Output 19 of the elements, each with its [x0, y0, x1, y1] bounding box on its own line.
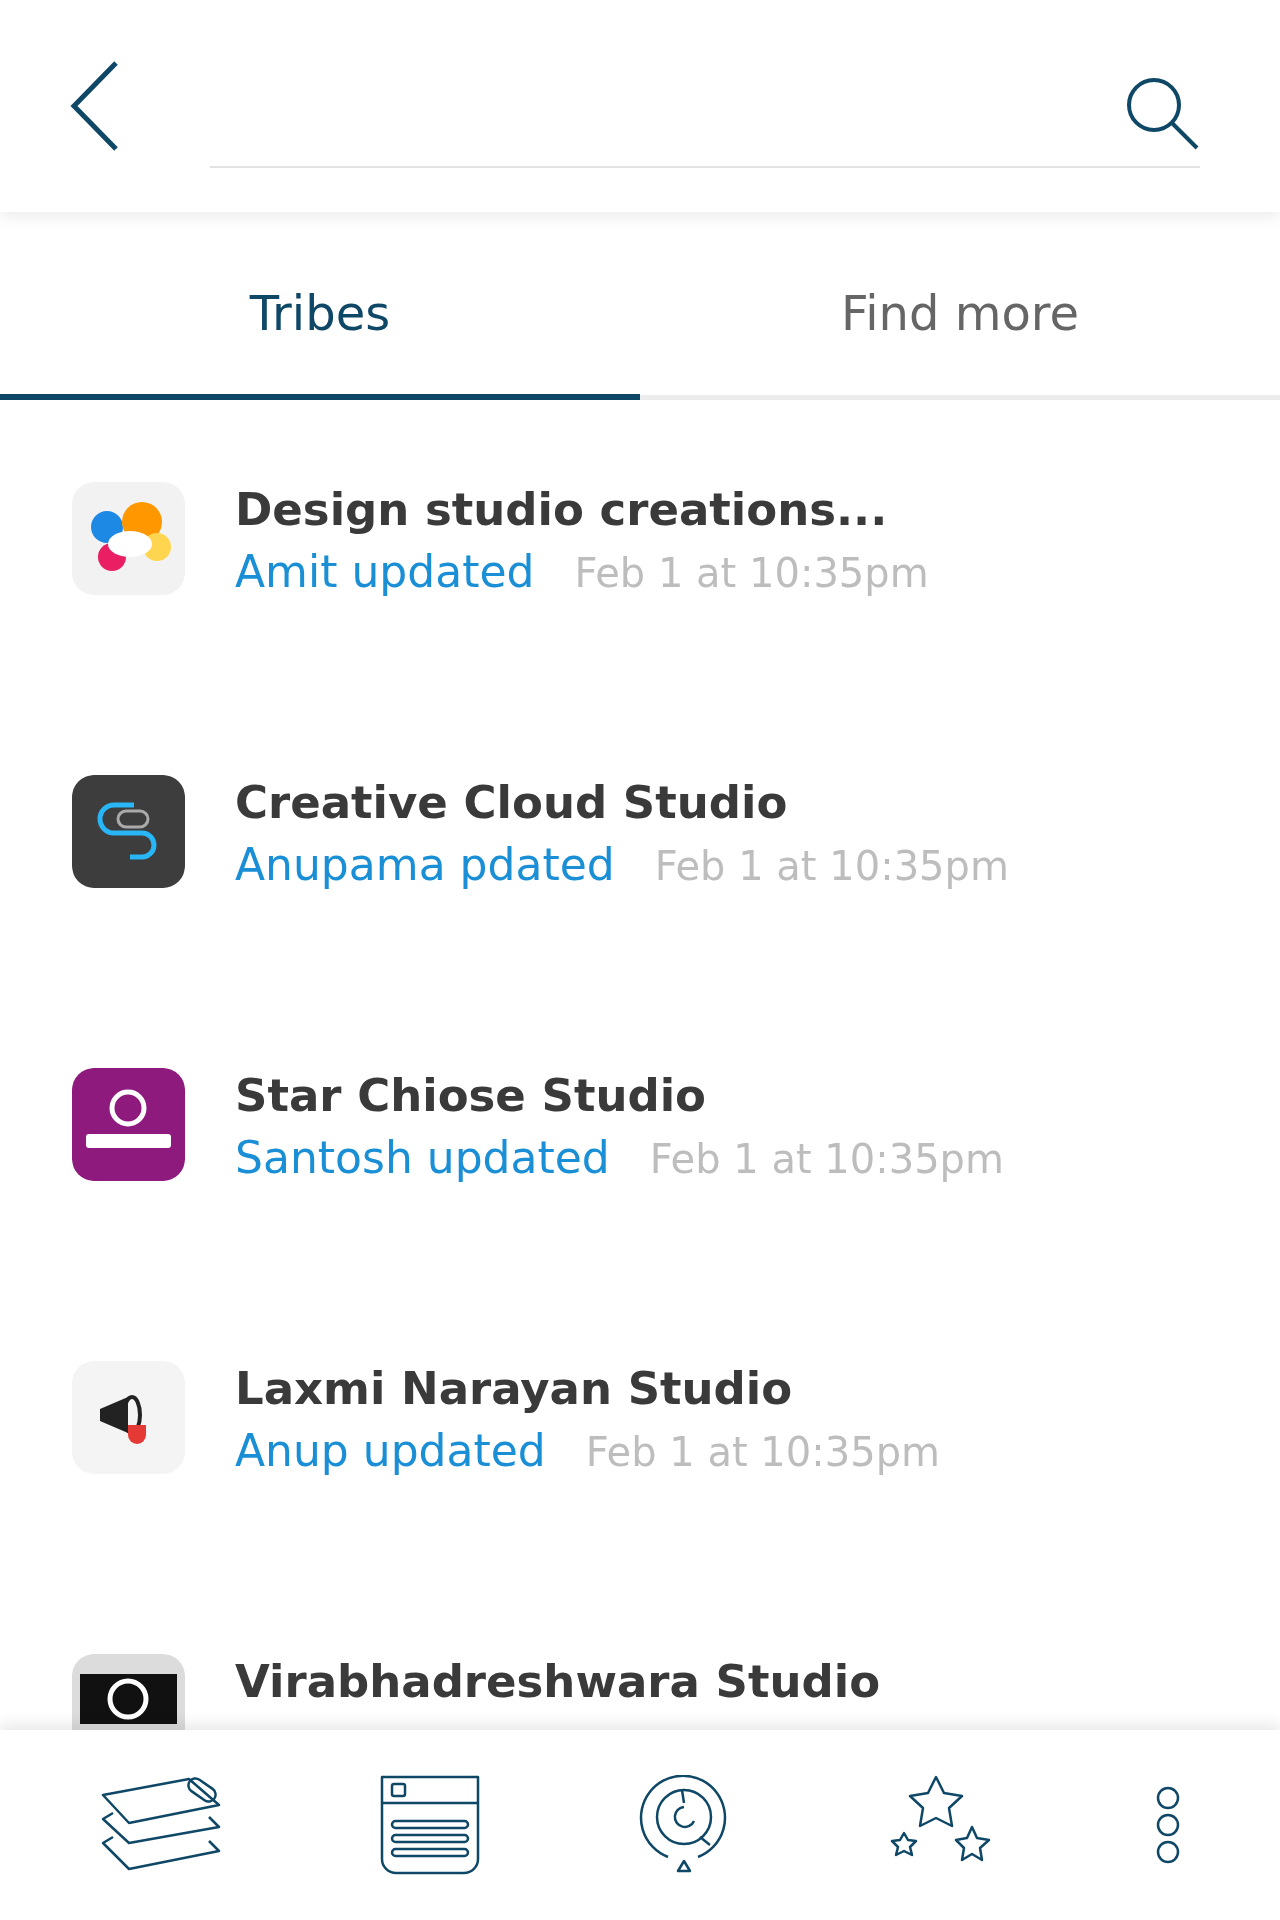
back-button[interactable] — [70, 61, 120, 151]
update-time: Feb 1 at 10:35pm — [654, 843, 1009, 889]
tribe-name: Star Chiose Studio — [235, 1068, 708, 1124]
updater-link[interactable]: Anupama pdated — [235, 839, 615, 890]
update-time: Feb 1 at 10:35pm — [649, 1136, 1004, 1182]
tab[interactable]: Find more — [640, 212, 1280, 400]
updater-link[interactable]: Santosh updated — [235, 1132, 610, 1183]
update-time: Feb 1 at 10:35pm — [574, 550, 929, 596]
tab[interactable]: Tribes — [0, 212, 640, 400]
tribe-name: Laxmi Narayan Studio — [235, 1361, 794, 1417]
update-time: Feb 1 at 10:35pm — [585, 1429, 940, 1475]
tribe-name: Design studio creations... — [235, 482, 889, 538]
newsfeed-icon[interactable] — [380, 1775, 481, 1875]
more-icon[interactable] — [1155, 1785, 1182, 1865]
updater-link[interactable]: Anup updated — [235, 1425, 546, 1476]
tribe-name: Creative Cloud Studio — [235, 775, 789, 831]
tribe-name: Virabhadreshwara Studio — [235, 1654, 881, 1710]
updater-link[interactable]: Amit updated — [235, 546, 535, 597]
search-icon[interactable] — [1124, 75, 1200, 151]
